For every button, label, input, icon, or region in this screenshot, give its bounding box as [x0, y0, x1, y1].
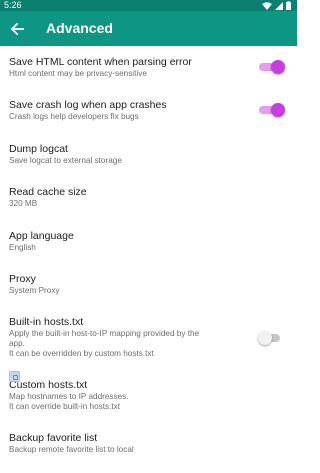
setting-title: Custom hosts.txt — [9, 379, 88, 391]
setting-title: Proxy — [9, 273, 36, 285]
setting-title: Built-in hosts.txt — [9, 316, 84, 328]
setting-summary: English — [9, 243, 36, 252]
setting-summary: Html content may be privacy-sensitive — [9, 69, 147, 78]
setting-summary: Save logcat to external storage — [9, 156, 122, 165]
status-icons — [262, 1, 291, 10]
setting-summary: Map hostnames to IP addresses. — [9, 392, 129, 401]
setting-save-crash-log[interactable]: Save crash log when app crashes Crash lo… — [0, 89, 297, 132]
arrow-back-icon — [10, 22, 24, 36]
setting-title: Save HTML content when parsing error — [9, 56, 192, 68]
setting-summary: Apply the built-in host-to-IP mapping pr… — [9, 329, 200, 338]
setting-summary: It can override built-in hosts.txt — [9, 402, 121, 411]
battery-icon — [286, 1, 291, 10]
setting-title: Backup favorite list — [9, 432, 98, 444]
setting-title: App language — [9, 230, 74, 242]
builtin-hosts-toggle[interactable] — [258, 331, 284, 345]
setting-summary: System Proxy — [9, 286, 60, 295]
wifi-icon — [262, 1, 272, 10]
setting-save-html[interactable]: Save HTML content when parsing error Htm… — [0, 46, 297, 89]
setting-summary: app. — [9, 339, 25, 348]
settings-list: Save HTML content when parsing error Htm… — [0, 46, 297, 473]
setting-app-language[interactable]: App language English — [0, 219, 297, 262]
setting-custom-hosts[interactable]: Custom hosts.txt Map hostnames to IP add… — [0, 367, 297, 420]
setting-summary: 320 MB — [9, 199, 38, 208]
back-button[interactable] — [4, 16, 30, 42]
setting-proxy[interactable]: Proxy System Proxy — [0, 262, 297, 305]
status-time: 5:26 — [4, 0, 22, 10]
app-bar: Advanced — [0, 11, 297, 46]
setting-summary: Crash logs help developers fix bugs — [9, 112, 139, 121]
setting-backup-favorites[interactable]: Backup favorite list Backup remote favor… — [0, 420, 297, 473]
save-html-toggle[interactable] — [259, 60, 285, 74]
setting-builtin-hosts[interactable]: Built-in hosts.txt Apply the built-in ho… — [0, 305, 297, 367]
save-crash-log-toggle[interactable] — [259, 103, 285, 117]
setting-title: Save crash log when app crashes — [9, 99, 167, 111]
page-title: Advanced — [46, 20, 113, 36]
setting-read-cache-size[interactable]: Read cache size 320 MB — [0, 175, 297, 219]
setting-summary: Backup remote favorite list to local — [9, 445, 134, 454]
setting-title: Read cache size — [9, 186, 87, 198]
floating-app-icon[interactable] — [9, 371, 20, 382]
status-bar: 5:26 — [0, 0, 297, 11]
setting-title: Dump logcat — [9, 143, 68, 155]
setting-summary: It can be overridden by custom hosts.txt — [9, 349, 154, 358]
signal-icon — [275, 1, 283, 10]
setting-dump-logcat[interactable]: Dump logcat Save logcat to external stor… — [0, 132, 297, 175]
